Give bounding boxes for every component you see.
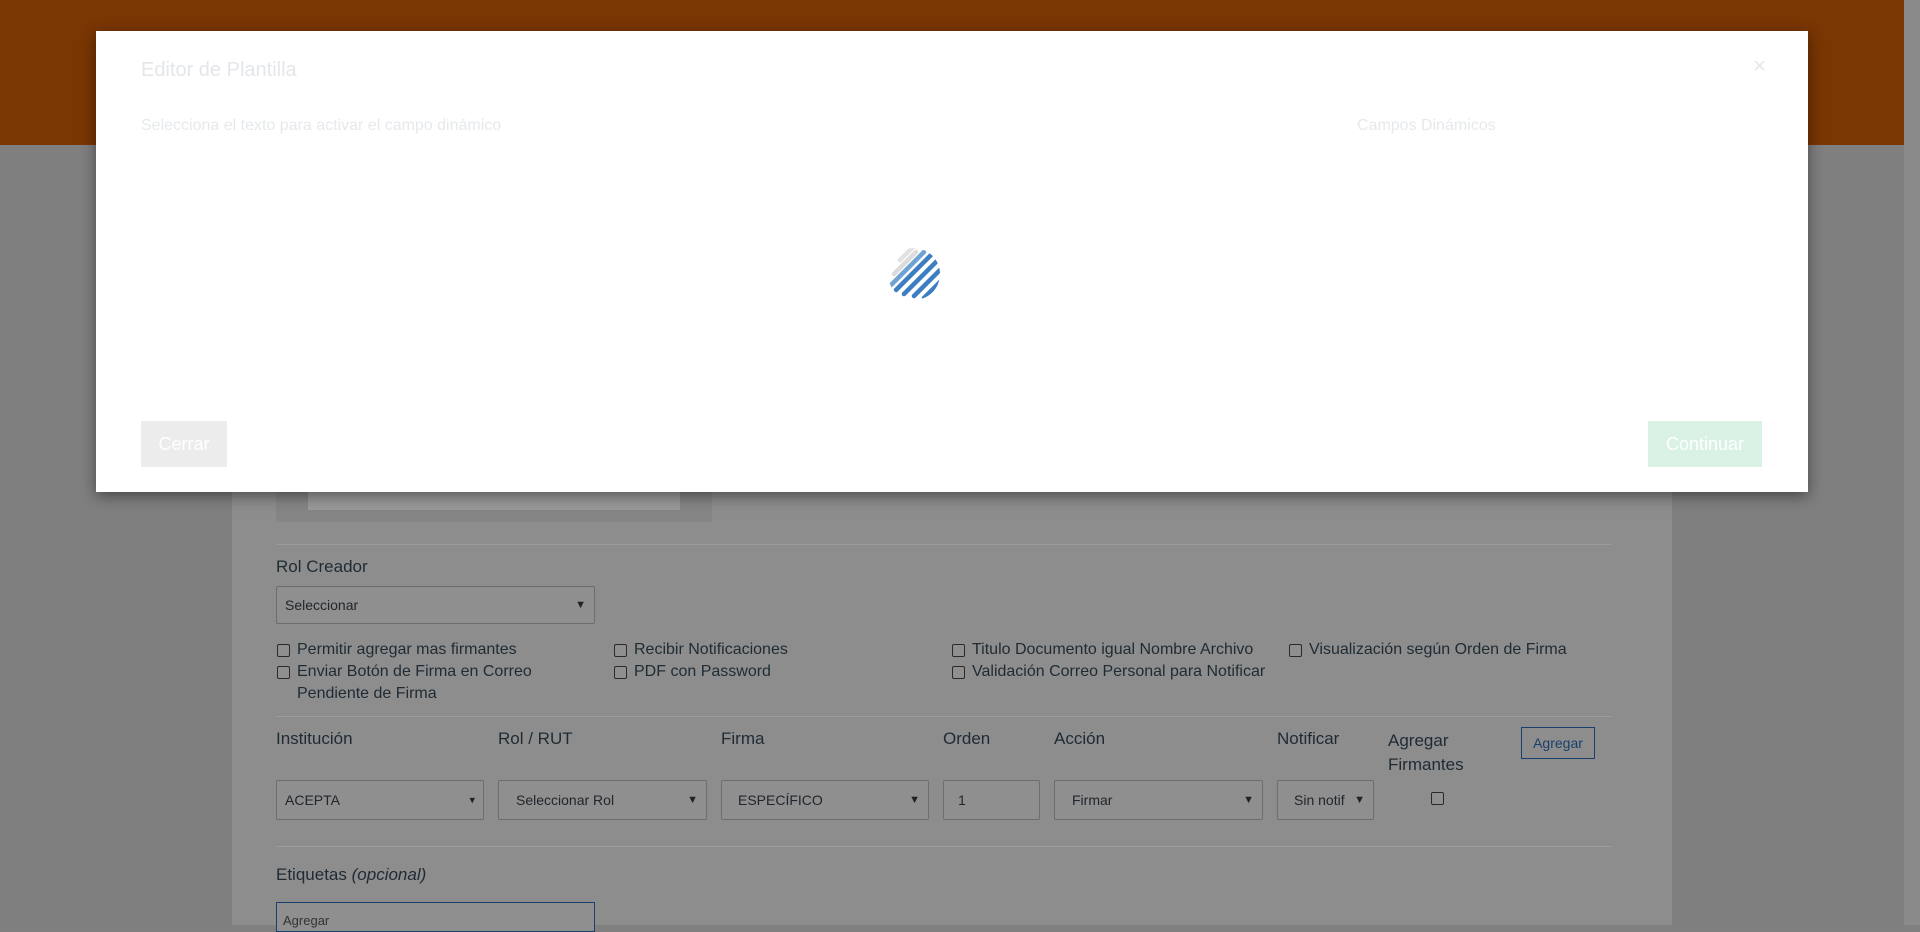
checkbox-label: Titulo Documento igual Nombre Archivo bbox=[972, 641, 1254, 658]
chevron-down-icon: ▼ bbox=[909, 794, 920, 806]
rol-value: Seleccionar Rol bbox=[516, 792, 615, 808]
notificar-value: Sin notif bbox=[1294, 792, 1345, 808]
firma-value: ESPECÍFICO bbox=[738, 792, 823, 808]
checkbox-label: Validación Correo Personal para Notifica… bbox=[972, 663, 1266, 680]
column-rol-rut: Rol / RUT bbox=[498, 729, 573, 748]
modal-title: Editor de Plantilla bbox=[141, 59, 297, 81]
checkbox[interactable] bbox=[277, 666, 290, 679]
orden-value: 1 bbox=[958, 792, 966, 808]
rol-creador-value: Seleccionar bbox=[285, 597, 359, 613]
accion-select[interactable]: Firmar ▼ bbox=[1054, 780, 1263, 820]
continue-button[interactable]: Continuar bbox=[1648, 421, 1762, 467]
chevron-down-icon: ▼ bbox=[687, 794, 698, 806]
checkbox-agregar-firmantes-option[interactable]: Permitir agregar mas firmantes bbox=[277, 639, 517, 661]
notificar-select[interactable]: Sin notif ▼ bbox=[1277, 780, 1374, 820]
rol-creador-select[interactable]: Seleccionar ▼ bbox=[276, 586, 595, 624]
column-notificar: Notificar bbox=[1277, 729, 1340, 748]
checkbox-label: Visualización según Orden de Firma bbox=[1309, 641, 1567, 658]
column-accion: Acción bbox=[1054, 729, 1106, 748]
institucion-value: ACEPTA bbox=[285, 792, 340, 808]
rol-select[interactable]: Seleccionar Rol ▼ bbox=[498, 780, 707, 820]
checkbox[interactable] bbox=[1289, 644, 1302, 657]
checkbox-label: PDF con Password bbox=[634, 663, 771, 680]
caret-down-icon: ▾ bbox=[469, 794, 475, 807]
checkbox[interactable] bbox=[952, 666, 965, 679]
divider bbox=[276, 544, 1612, 545]
close-icon[interactable]: × bbox=[1753, 53, 1766, 79]
checkbox[interactable] bbox=[1431, 792, 1444, 805]
etiquetas-label-text: Etiquetas bbox=[276, 865, 347, 884]
accion-value: Firmar bbox=[1072, 792, 1113, 808]
checkbox-enviar-boton-firma[interactable]: Enviar Botón de Firma en Correo Pendient… bbox=[277, 661, 567, 705]
rol-creador-label: Rol Creador bbox=[276, 557, 368, 576]
close-button[interactable]: Cerrar bbox=[141, 421, 227, 467]
checkbox[interactable] bbox=[277, 644, 290, 657]
checkbox[interactable] bbox=[614, 666, 627, 679]
checkbox-label: Permitir agregar mas firmantes bbox=[297, 641, 517, 658]
chevron-down-icon: ▼ bbox=[1243, 794, 1254, 806]
checkbox-label: Enviar Botón de Firma en Correo Pendient… bbox=[297, 663, 532, 702]
checkbox-visualizacion-orden[interactable]: Visualización según Orden de Firma bbox=[1289, 639, 1567, 661]
checkbox[interactable] bbox=[952, 644, 965, 657]
checkbox-label: Recibir Notificaciones bbox=[634, 641, 788, 658]
checkbox[interactable] bbox=[614, 644, 627, 657]
institucion-select[interactable]: ACEPTA ▾ bbox=[276, 780, 484, 820]
template-editor-modal: Editor de Plantilla × Selecciona el text… bbox=[96, 31, 1808, 492]
column-agregar-firmantes: Agregar Firmantes bbox=[1388, 731, 1464, 774]
chevron-down-icon: ▼ bbox=[575, 599, 586, 611]
agregar-firmantes-checkbox[interactable] bbox=[1431, 787, 1451, 805]
column-institucion: Institución bbox=[276, 729, 353, 748]
loading-spinner-icon bbox=[888, 248, 940, 300]
divider bbox=[276, 846, 1612, 847]
column-orden: Orden bbox=[943, 729, 991, 748]
firma-select[interactable]: ESPECÍFICO ▼ bbox=[721, 780, 929, 820]
page-scrollbar[interactable] bbox=[1904, 0, 1920, 925]
add-signer-button[interactable]: Agregar bbox=[1521, 727, 1595, 759]
divider bbox=[276, 716, 1612, 717]
checkbox-recibir-notificaciones[interactable]: Recibir Notificaciones bbox=[614, 639, 788, 661]
checkbox-titulo-documento[interactable]: Titulo Documento igual Nombre Archivo bbox=[952, 639, 1253, 661]
orden-input[interactable]: 1 bbox=[943, 780, 1040, 820]
chevron-down-icon: ▼ bbox=[1354, 794, 1365, 806]
column-firma: Firma bbox=[721, 729, 765, 748]
etiquetas-label: Etiquetas (opcional) bbox=[276, 865, 426, 885]
checkbox-pdf-password[interactable]: PDF con Password bbox=[614, 661, 771, 683]
etiquetas-optional: (opcional) bbox=[351, 865, 427, 884]
tags-input[interactable]: Agregar bbox=[276, 902, 595, 932]
checkbox-validacion-correo[interactable]: Validación Correo Personal para Notifica… bbox=[952, 661, 1265, 683]
modal-instructions: Selecciona el texto para activar el camp… bbox=[141, 117, 502, 134]
dynamic-fields-heading: Campos Dinámicos bbox=[1357, 117, 1496, 134]
